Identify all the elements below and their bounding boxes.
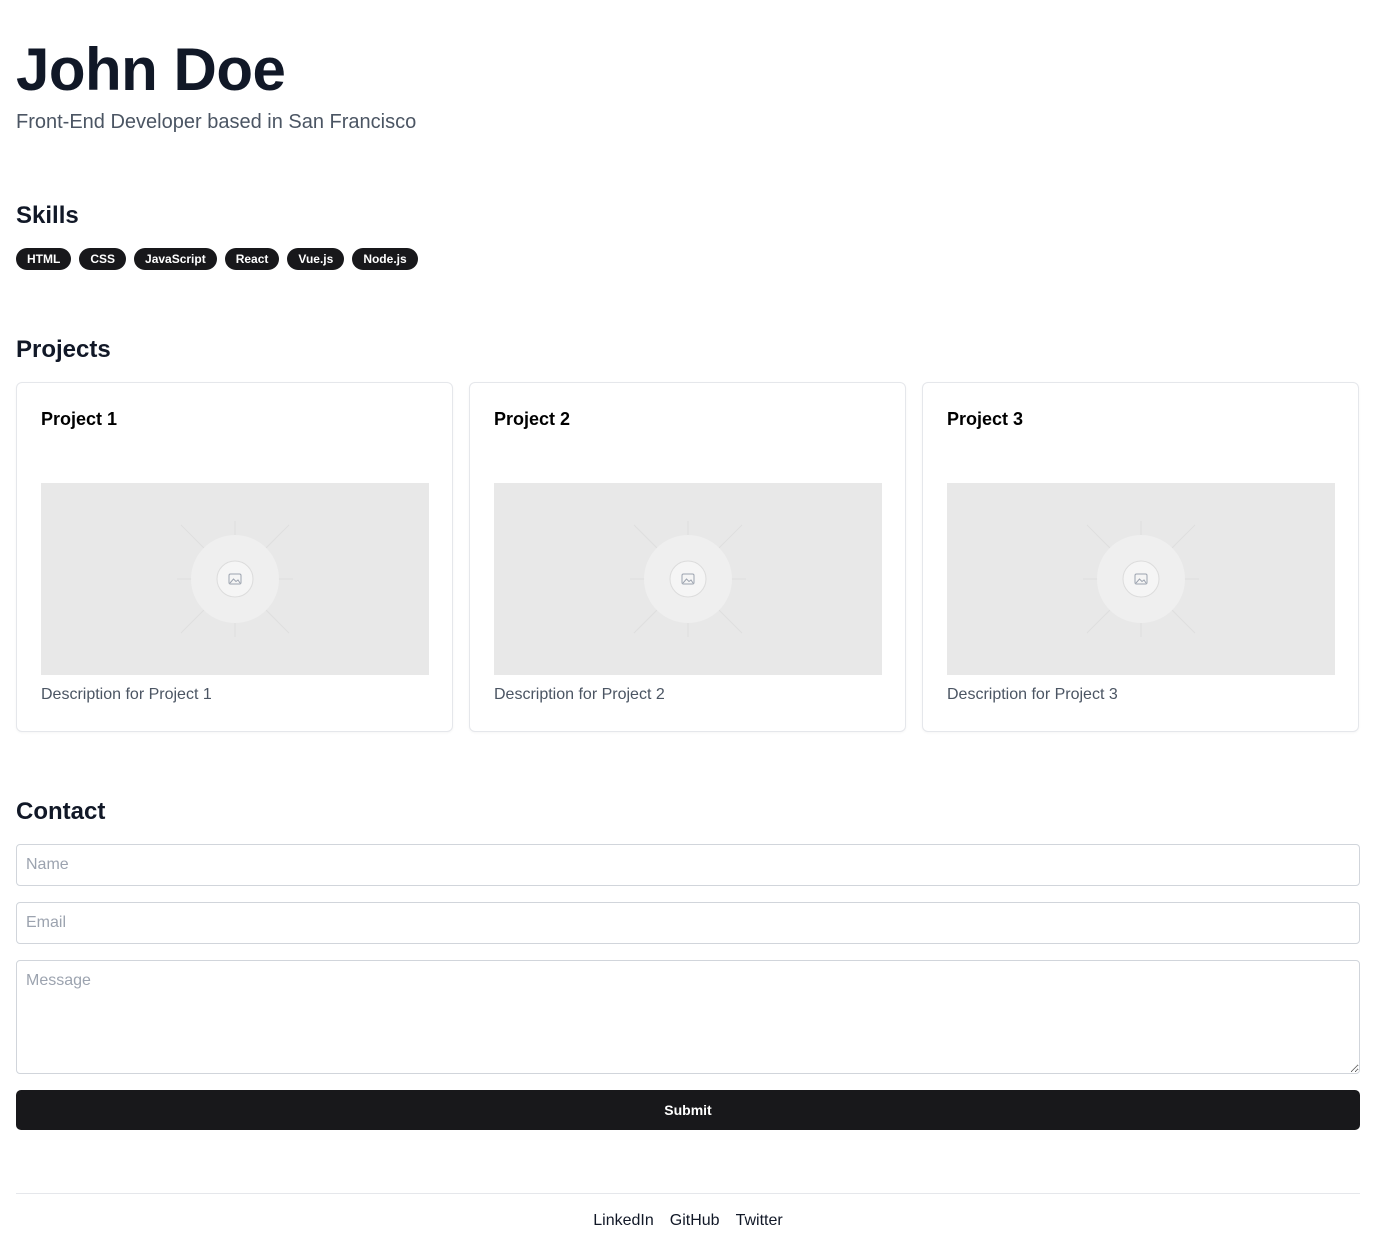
- image-placeholder-icon: [630, 521, 746, 637]
- contact-heading: Contact: [16, 798, 106, 825]
- page-title: John Doe: [16, 36, 286, 103]
- name-input[interactable]: [16, 844, 1360, 886]
- image-placeholder-icon: [1083, 521, 1199, 637]
- project-title: Project 1: [41, 409, 118, 429]
- project-description: Description for Project 2: [494, 686, 665, 703]
- project-image: [41, 483, 429, 675]
- projects-grid: Project 1 Description for Project 1 Proj…: [16, 382, 1360, 732]
- email-input[interactable]: [16, 902, 1360, 944]
- skill-badge-react: React: [224, 248, 280, 270]
- project-title: Project 2: [494, 409, 571, 429]
- project-image: [494, 483, 882, 675]
- submit-button[interactable]: Submit: [16, 1090, 1360, 1130]
- skill-badge-html: HTML: [16, 248, 72, 270]
- skill-badge-javascript: JavaScript: [134, 248, 217, 270]
- skill-badge-nodejs: Node.js: [352, 248, 418, 270]
- github-link[interactable]: GitHub: [670, 1212, 720, 1230]
- skills-list: HTML CSS JavaScript React Vue.js Node.js: [16, 248, 418, 270]
- skill-badge-css: CSS: [79, 248, 127, 270]
- portfolio-page: John Doe Front-End Developer based in Sa…: [0, 0, 1376, 1251]
- message-textarea[interactable]: [16, 960, 1360, 1074]
- project-image: [947, 483, 1335, 675]
- linkedin-link[interactable]: LinkedIn: [593, 1212, 654, 1230]
- footer-links: LinkedIn GitHub Twitter: [0, 1212, 1376, 1230]
- project-card-2: Project 2 Description for Project 2: [469, 382, 906, 732]
- skill-badge-vuejs: Vue.js: [287, 248, 345, 270]
- project-description: Description for Project 3: [947, 686, 1118, 703]
- project-card-3: Project 3 Description for Project 3: [922, 382, 1359, 732]
- image-placeholder-icon: [177, 521, 293, 637]
- page-subtitle: Front-End Developer based in San Francis…: [16, 111, 417, 133]
- skills-heading: Skills: [16, 202, 79, 229]
- project-title: Project 3: [947, 409, 1024, 429]
- twitter-link[interactable]: Twitter: [736, 1212, 783, 1230]
- project-description: Description for Project 1: [41, 686, 212, 703]
- project-card-1: Project 1 Description for Project 1: [16, 382, 453, 732]
- projects-heading: Projects: [16, 336, 111, 363]
- footer-divider: [16, 1193, 1360, 1194]
